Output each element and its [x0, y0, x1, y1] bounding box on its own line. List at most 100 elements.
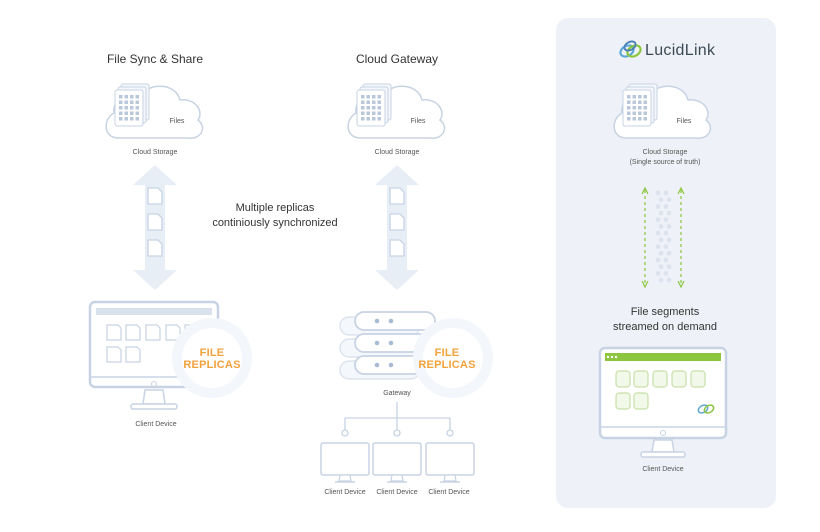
sync-share-replicas-line2: REPLICAS [183, 359, 241, 371]
file-grid-cell [119, 106, 123, 110]
file-grid-cell [119, 95, 123, 99]
middle-note-line1: Multiple replicas [235, 202, 315, 214]
stream-segment-dot [666, 250, 672, 256]
monitor-base [130, 403, 178, 410]
stream-segment-dot [655, 244, 661, 250]
file-grid-cell [135, 100, 139, 104]
file-grid-cell [632, 100, 636, 104]
file-grid-cell [130, 106, 134, 110]
file-grid-cell [361, 106, 365, 110]
file-grid-cell [643, 95, 647, 99]
file-grid-cell [627, 117, 631, 121]
file-grid-cell [130, 111, 134, 115]
gateway-title: Cloud Gateway [355, 52, 439, 66]
gateway-label: Gateway [383, 390, 411, 397]
sync-share-files-label: Files [169, 118, 185, 125]
file-grid-cell [135, 95, 139, 99]
file-grid-cell [372, 117, 376, 121]
file-grid-cell [643, 100, 647, 104]
doc-icon [147, 187, 163, 205]
stream-segment-dot [655, 230, 661, 236]
monitor-titlebar [605, 353, 721, 361]
file-grid-cell [119, 100, 123, 104]
file-grid-cell [643, 111, 647, 115]
diagram-artwork [88, 18, 776, 508]
lucidlink-segments-line2: streamed on demand [613, 321, 717, 333]
gateway-cloud-label: Cloud Storage [374, 149, 420, 156]
client-monitor-icon [372, 442, 422, 476]
stream-segment-dot [666, 264, 672, 270]
file-grid-cell [372, 95, 376, 99]
gateway-network-lines [320, 402, 475, 483]
server-unit [354, 311, 436, 331]
file-grid-cell [632, 106, 636, 110]
file-grid-cell [366, 117, 370, 121]
file-grid-cell [627, 100, 631, 104]
stream-segment-dot [658, 237, 664, 243]
doc-icon [389, 213, 405, 231]
file-grid-cell [361, 100, 365, 104]
file-grid-cell [638, 100, 642, 104]
server-led [388, 362, 394, 368]
monitor-stand [651, 439, 675, 453]
file-grid-cell [361, 95, 365, 99]
tree-node [393, 429, 401, 437]
file-grid-cell [124, 95, 128, 99]
file-icon [106, 324, 122, 341]
file-grid-cell [366, 111, 370, 115]
lucidlink-brand-name: LucidLink [645, 42, 716, 59]
file-grid-cell [119, 111, 123, 115]
stream-segment-dot [663, 244, 669, 250]
client-monitor-stand [338, 474, 352, 482]
doc-icon [147, 239, 163, 257]
file-grid-cell [119, 117, 123, 121]
sync-share-sync-arrow [133, 165, 177, 290]
stream-segment-dot [655, 271, 661, 276]
file-grid-cell [632, 95, 636, 99]
stream-segment-dot [666, 224, 672, 229]
file-grid-cell [124, 117, 128, 121]
sync-share-cloud-label: Cloud Storage [132, 149, 178, 156]
lucidlink-files-label: Files [676, 118, 692, 125]
stream-segment-dot [658, 264, 664, 270]
file-icon [145, 324, 161, 341]
gateway-files-label: Files [410, 118, 426, 125]
file-grid-cell [632, 117, 636, 121]
file-grid-cell [627, 106, 631, 110]
stream-segment-dot [663, 230, 669, 236]
file-grid-cell [638, 111, 642, 115]
file-grid-cell [124, 100, 128, 104]
gateway-sync-arrow [375, 165, 419, 290]
stream-segment-dot [658, 250, 664, 256]
file-grid-cell [627, 95, 631, 99]
doc-icon [147, 213, 163, 231]
server-led [388, 340, 394, 346]
stream-segment-dot [666, 277, 672, 283]
titlebar-dot [606, 355, 610, 359]
tree-node [446, 429, 454, 437]
server-led [388, 318, 394, 324]
file-icon [106, 346, 122, 363]
file-grid-cell [372, 111, 376, 115]
file-segment-icon [615, 392, 631, 410]
file-grid-cell [627, 111, 631, 115]
stream-segment-dot [658, 197, 664, 203]
server-led [374, 340, 380, 346]
file-grid-cell [135, 111, 139, 115]
stream-segment-dot [663, 257, 669, 263]
gateway-cloud-icon [347, 83, 446, 139]
file-grid-cell [372, 106, 376, 110]
file-grid-cell [366, 100, 370, 104]
file-segment-icon [615, 370, 631, 388]
stream-segment-dot [655, 217, 661, 223]
stream-segment-dot [663, 271, 669, 276]
file-grid-cell [377, 111, 381, 115]
lucidlink-device-label: Client Device [642, 466, 684, 473]
gateway-client-label-1: Client Device [324, 489, 366, 496]
file-segment-icon [633, 392, 649, 410]
file-grid-cell [632, 111, 636, 115]
lucidlink-cloud-label-line2: (Single source of truth) [629, 159, 701, 166]
file-segment-icon [690, 370, 706, 388]
file-grid-cell [124, 111, 128, 115]
file-grid-cell [130, 117, 134, 121]
